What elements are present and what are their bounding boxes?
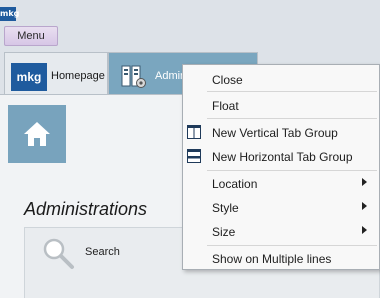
- tab-homepage-label: Homepage: [51, 70, 105, 82]
- menu-item-show-on-multiple-lines[interactable]: Show on Multiple lines: [183, 246, 379, 270]
- search-label: Search: [85, 246, 120, 258]
- submenu-arrow-icon: [362, 178, 367, 186]
- menu-item-label: Float: [212, 99, 239, 113]
- menu-item-new-vertical-tab-group[interactable]: New Vertical Tab Group: [183, 120, 379, 144]
- menu-bar: Menu: [0, 26, 380, 48]
- menu-button[interactable]: Menu: [4, 26, 58, 46]
- menu-item-new-horizontal-tab-group[interactable]: New Horizontal Tab Group: [183, 144, 379, 168]
- menu-item-label: Size: [212, 225, 236, 239]
- menu-item-label: New Vertical Tab Group: [212, 126, 338, 140]
- home-tile[interactable]: [8, 105, 66, 163]
- submenu-arrow-icon: [362, 202, 367, 210]
- menu-item-float[interactable]: Float: [183, 93, 379, 117]
- menu-separator: [207, 91, 377, 92]
- app-logo: mkg: [0, 7, 19, 21]
- title-bar: mkg: [0, 0, 380, 26]
- menu-item-style[interactable]: Style: [183, 195, 379, 219]
- menu-item-close[interactable]: Close: [183, 67, 379, 91]
- search-icon: [43, 238, 74, 269]
- horizontal-tab-group-icon: [187, 149, 201, 163]
- vertical-tab-group-icon: [187, 125, 201, 139]
- menu-item-label: Style: [212, 201, 239, 215]
- tab-homepage[interactable]: mkg Homepage: [4, 52, 108, 94]
- menu-separator: [207, 118, 377, 119]
- menu-item-label: Location: [212, 177, 258, 191]
- home-icon: [24, 122, 50, 146]
- mkg-logo: mkg: [11, 63, 47, 91]
- menu-item-location[interactable]: Location: [183, 171, 379, 195]
- page-title: Administrations: [24, 199, 148, 219]
- tab-context-menu: Close Float New Vertical Tab Group New H…: [182, 64, 380, 270]
- submenu-arrow-icon: [362, 226, 367, 234]
- admin-icon: [121, 65, 146, 88]
- menu-item-label: New Horizontal Tab Group: [212, 150, 353, 164]
- menu-item-label: Close: [212, 73, 243, 87]
- menu-item-label: Show on Multiple lines: [212, 252, 332, 266]
- menu-item-size[interactable]: Size: [183, 219, 379, 243]
